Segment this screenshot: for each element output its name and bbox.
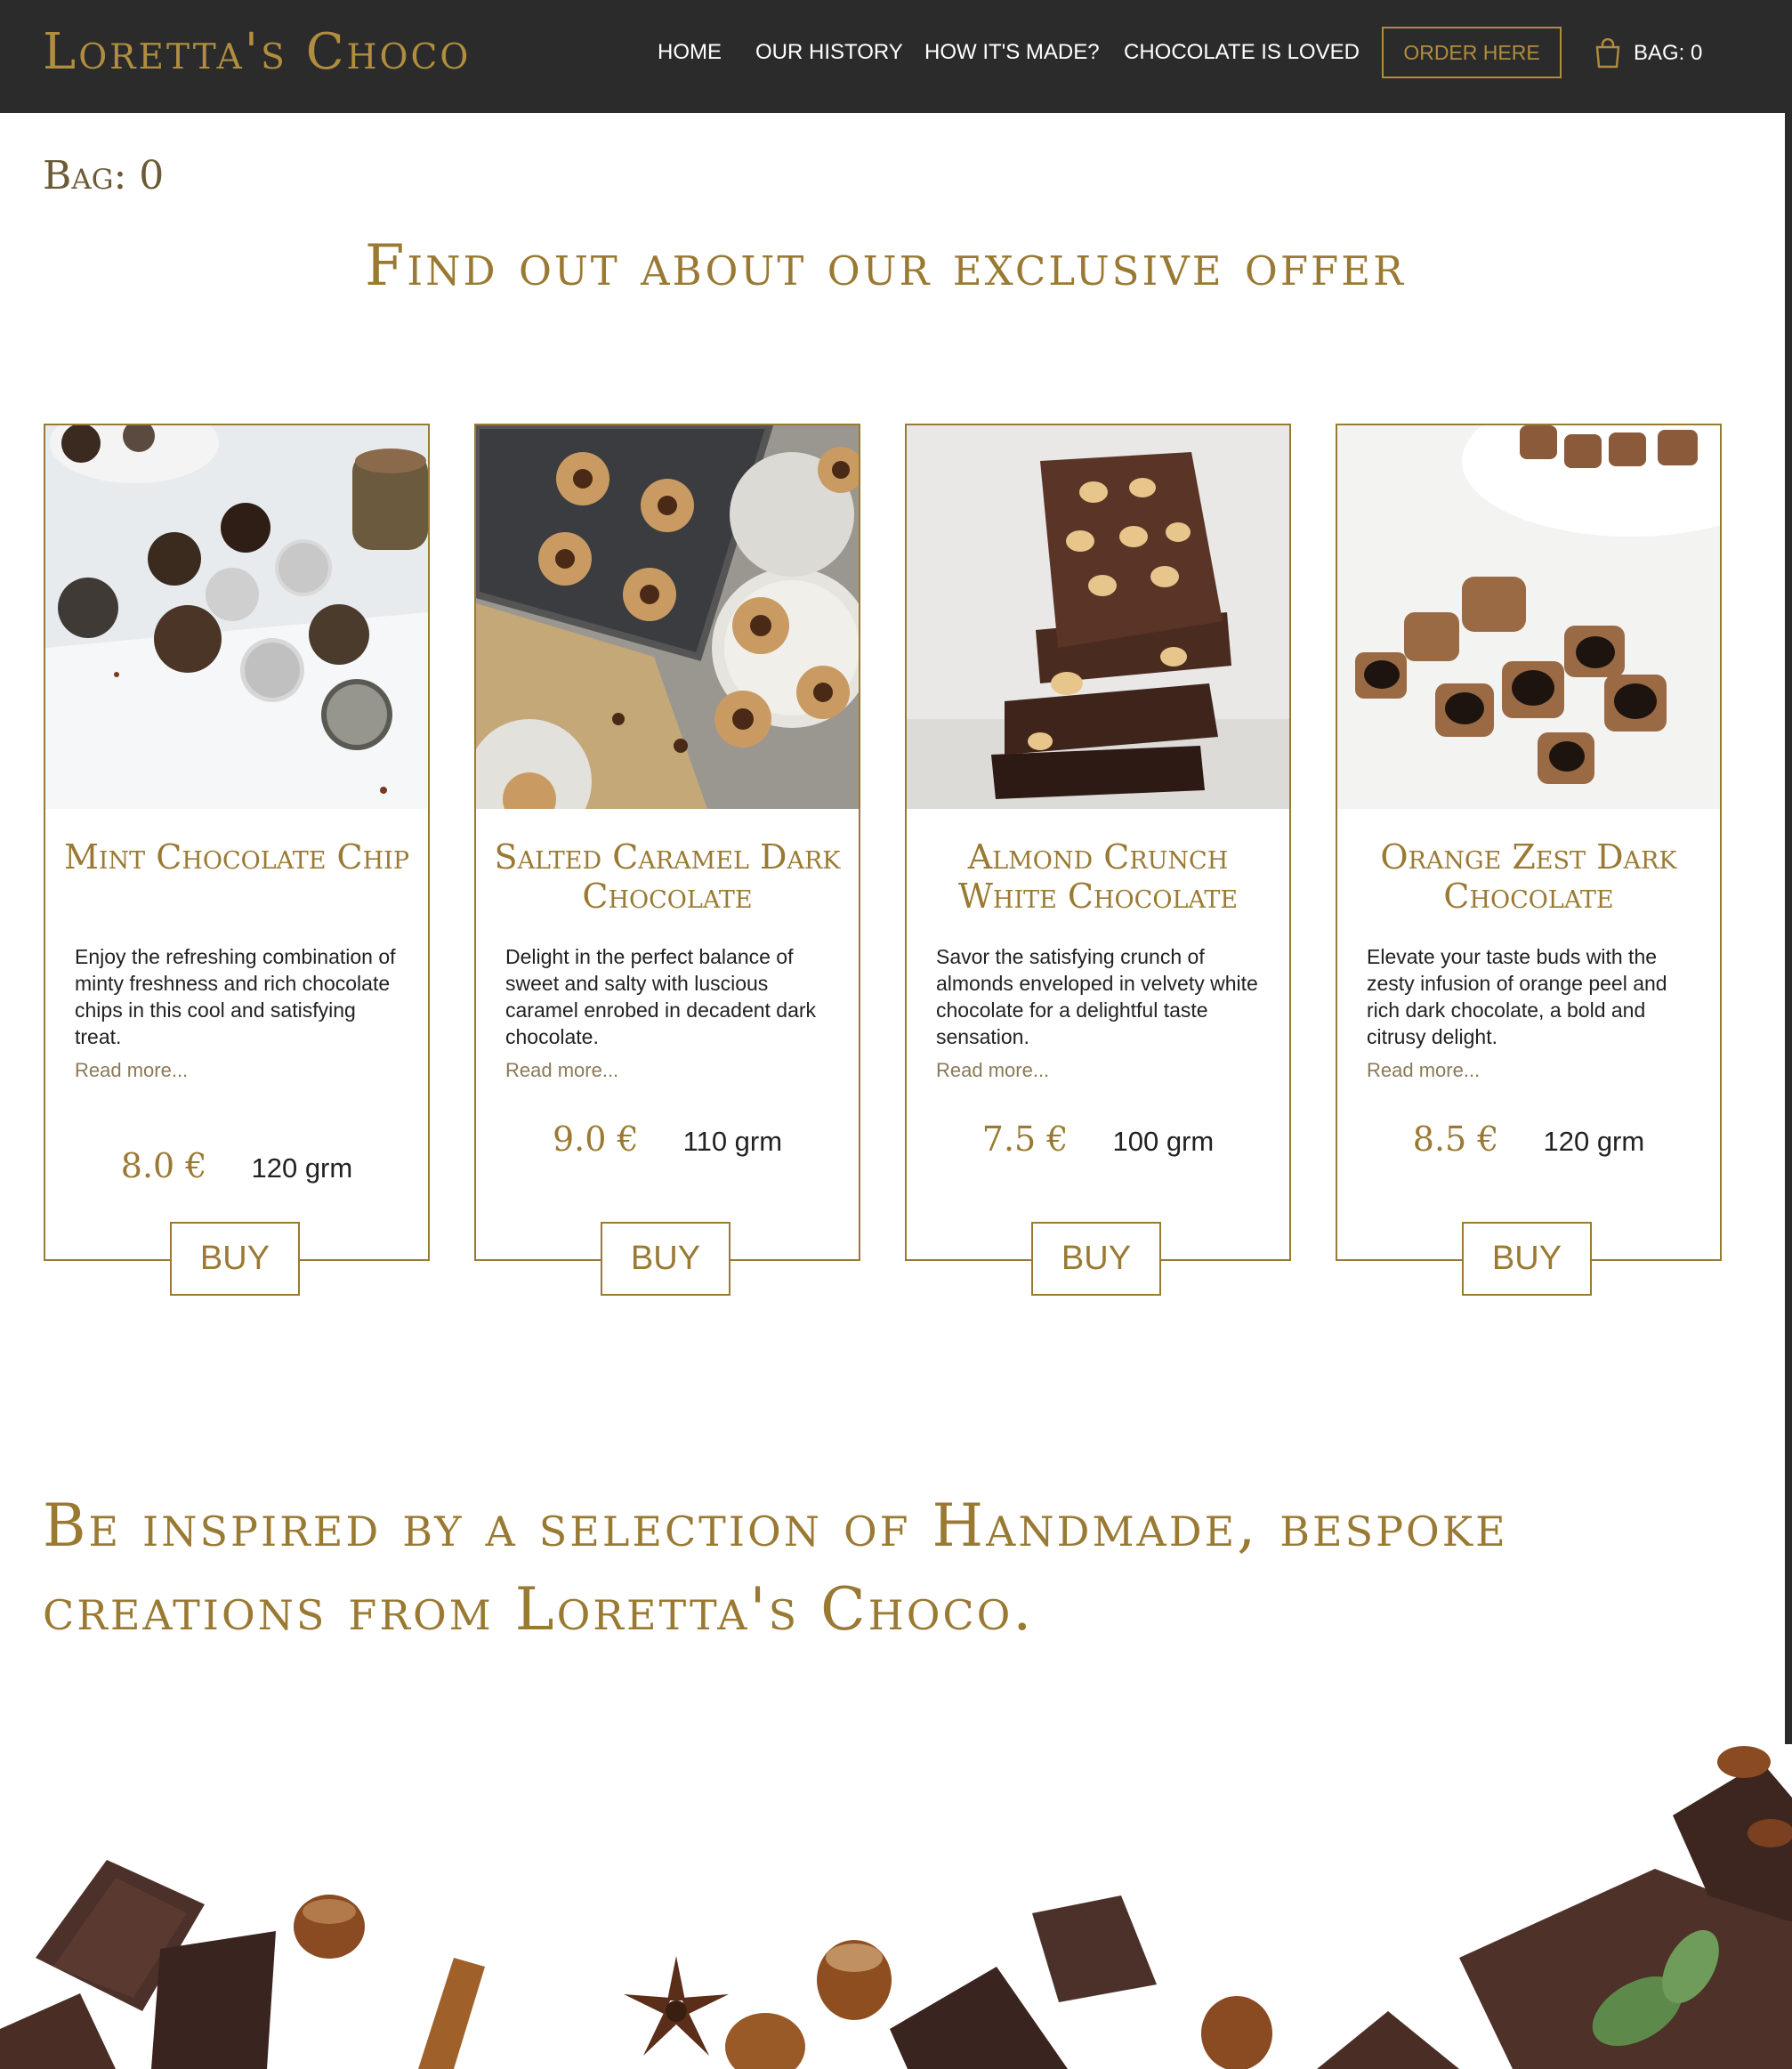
chocolate-pieces-decoration — [0, 1744, 1792, 2069]
product-weight: 120 grm — [1543, 1126, 1645, 1157]
shopping-bag-icon — [1594, 38, 1621, 69]
read-more-link[interactable]: Read more... — [936, 1057, 1265, 1084]
product-image-almond-bars[interactable] — [907, 425, 1289, 809]
bag-status: Bag: 0 — [43, 153, 165, 198]
nav-how-its-made[interactable]: How it's made? — [924, 40, 1100, 65]
nav-chocolate-is-loved[interactable]: Chocolate is loved — [1124, 40, 1360, 65]
bag-button[interactable]: BAG: 0 — [1594, 34, 1702, 73]
brand-logo[interactable]: Loretta's Choco — [43, 23, 471, 81]
product-price: 9.0 € — [552, 1119, 639, 1159]
nav-our-history[interactable]: Our History — [755, 40, 903, 65]
product-description: Savor the satisfying crunch of almonds e… — [936, 943, 1265, 1084]
buy-button-orange-zest[interactable]: BUY — [1462, 1222, 1592, 1296]
product-card-almond-crunch: Almond Crunch White Chocolate Savor the … — [905, 424, 1291, 1261]
buy-button-salted-caramel[interactable]: BUY — [601, 1222, 731, 1296]
product-description-text: Elevate your taste buds with the zesty i… — [1367, 945, 1667, 1048]
product-card-orange-zest: Orange Zest Dark Chocolate Elevate your … — [1336, 424, 1722, 1261]
product-card-mint: Mint Chocolate Chip Enjoy the refreshing… — [44, 424, 430, 1261]
product-title: Salted Caramel Dark Chocolate — [494, 837, 841, 916]
buy-button-mint[interactable]: BUY — [170, 1222, 300, 1296]
product-image-bonbons[interactable] — [1337, 425, 1720, 809]
buy-button-almond-crunch[interactable]: BUY — [1031, 1222, 1161, 1296]
product-price: 8.5 € — [1412, 1119, 1499, 1159]
product-description-text: Savor the satisfying crunch of almonds e… — [936, 945, 1258, 1048]
product-weight: 100 grm — [1112, 1126, 1215, 1157]
product-price-row: 8.5 € 120 grm — [1337, 1119, 1720, 1159]
product-image-cookies[interactable] — [476, 425, 859, 809]
read-more-link[interactable]: Read more... — [75, 1057, 404, 1084]
offer-heading: Find out about our exclusive offer — [364, 233, 1406, 299]
inspire-heading: Be inspired by a selection of Handmade, … — [43, 1491, 1508, 1644]
product-description-text: Enjoy the refreshing combination of mint… — [75, 945, 396, 1048]
product-card-salted-caramel: Salted Caramel Dark Chocolate Delight in… — [474, 424, 860, 1261]
product-price: 8.0 € — [120, 1146, 207, 1185]
site-header: Loretta's Choco Home Our History How it'… — [0, 0, 1792, 113]
read-more-link[interactable]: Read more... — [1367, 1057, 1696, 1084]
product-title: Almond Crunch White Chocolate — [957, 837, 1239, 916]
bag-count: BAG: 0 — [1634, 41, 1703, 65]
product-title: Mint Chocolate Chip — [63, 837, 410, 877]
product-price-row: 7.5 € 100 grm — [907, 1119, 1289, 1159]
product-weight: 120 grm — [251, 1152, 353, 1184]
product-description: Delight in the perfect balance of sweet … — [505, 943, 835, 1084]
read-more-link[interactable]: Read more... — [505, 1057, 835, 1084]
product-price-row: 9.0 € 110 grm — [476, 1119, 859, 1159]
product-weight: 110 grm — [682, 1126, 783, 1157]
product-description: Enjoy the refreshing combination of mint… — [75, 943, 404, 1084]
product-price-row: 8.0 € 120 grm — [45, 1146, 428, 1185]
product-price: 7.5 € — [981, 1119, 1069, 1159]
order-here-button[interactable]: ORDER HERE — [1382, 27, 1562, 78]
product-image-mint-truffles[interactable] — [45, 425, 428, 809]
product-description: Elevate your taste buds with the zesty i… — [1367, 943, 1696, 1084]
nav-home[interactable]: Home — [658, 40, 722, 65]
product-title: Orange Zest Dark Chocolate — [1380, 837, 1677, 916]
product-description-text: Delight in the perfect balance of sweet … — [505, 945, 817, 1048]
